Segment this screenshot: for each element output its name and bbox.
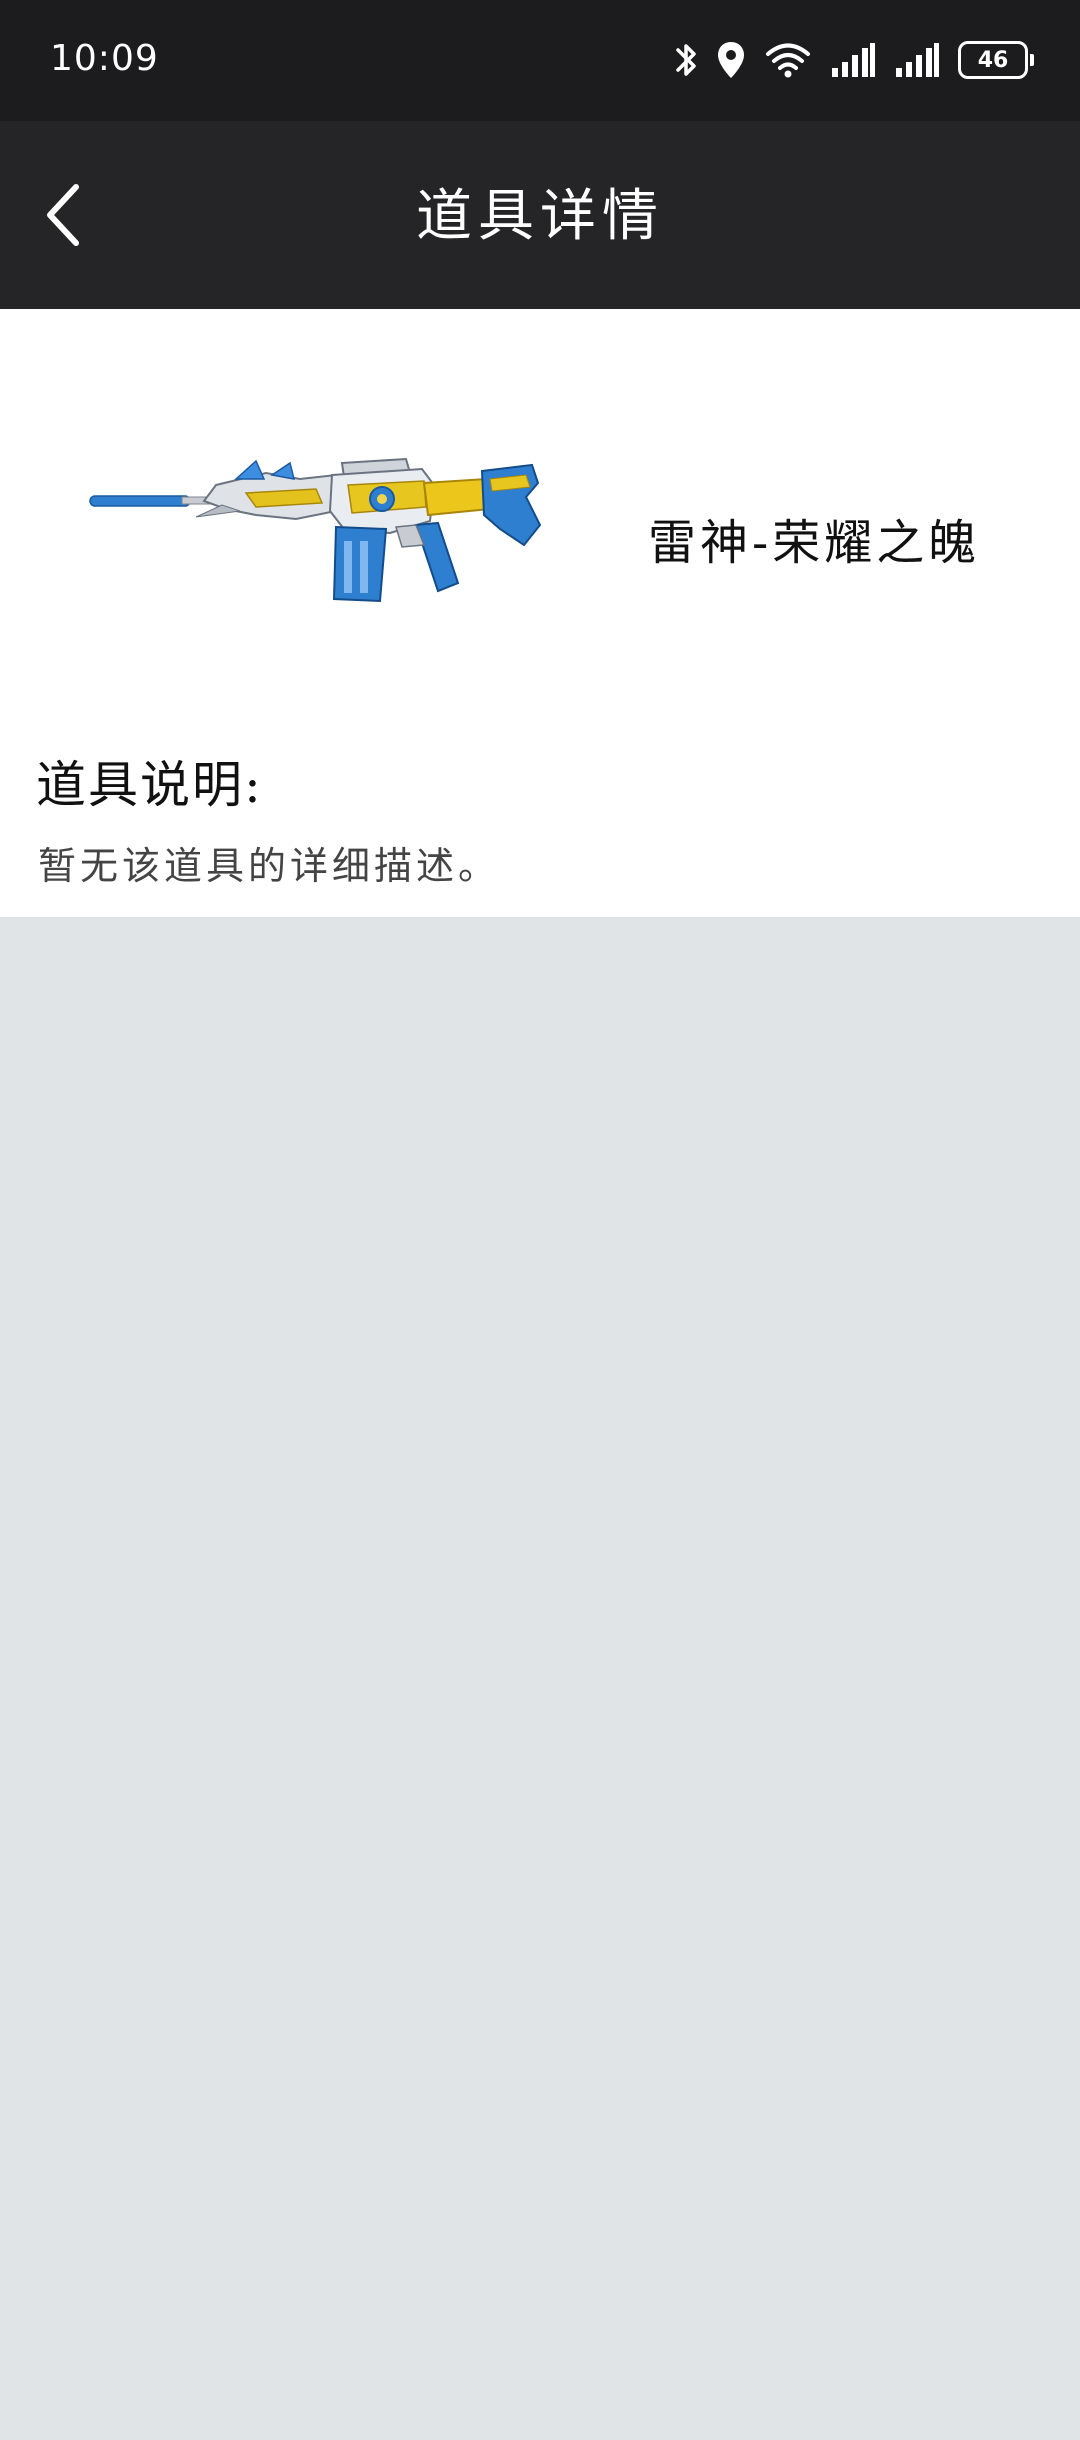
battery-icon: 46 bbox=[958, 41, 1034, 79]
item-name: 雷神-荣耀之魄 bbox=[648, 515, 981, 571]
description-text: 暂无该道具的详细描述。 bbox=[38, 844, 501, 888]
signal-icon bbox=[896, 43, 939, 77]
rifle-image bbox=[89, 457, 542, 603]
status-icons: 46 bbox=[656, 34, 1034, 86]
bluetooth-icon bbox=[676, 44, 696, 76]
item-detail-card: 雷神-荣耀之魄 道具说明: 暂无该道具的详细描述。 bbox=[0, 309, 1080, 917]
status-time: 10:09 bbox=[50, 38, 159, 79]
description-heading: 道具说明: bbox=[36, 756, 263, 814]
signal-icon bbox=[832, 43, 875, 77]
status-bar: 10:09 46 bbox=[0, 0, 1080, 121]
page-title: 道具详情 bbox=[416, 184, 664, 249]
app-bar: 道具详情 bbox=[0, 121, 1080, 309]
battery-level: 46 bbox=[977, 47, 1009, 73]
wifi-icon bbox=[766, 43, 810, 78]
location-icon bbox=[718, 42, 744, 78]
